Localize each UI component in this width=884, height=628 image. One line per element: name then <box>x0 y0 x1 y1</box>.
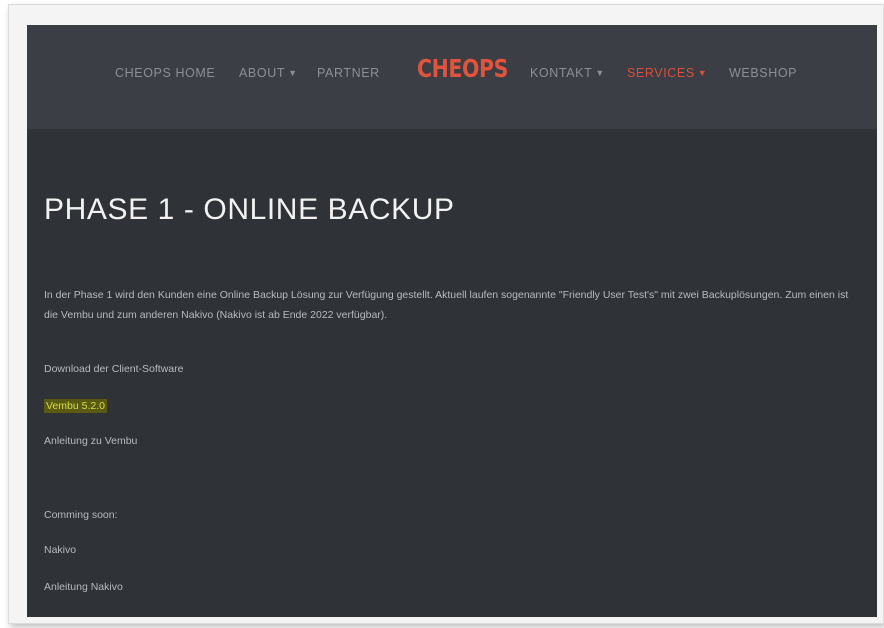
nav-item-partner[interactable]: PARTNER <box>317 64 380 82</box>
nav-item-services[interactable]: SERVICES ▼ <box>627 64 707 82</box>
chevron-down-icon: ▼ <box>288 68 298 78</box>
chevron-down-icon: ▼ <box>595 68 605 78</box>
nakivo-link[interactable]: Nakivo <box>44 542 76 558</box>
download-label: Download der Client-Software <box>44 363 184 375</box>
nav-item-label: ABOUT <box>239 66 286 80</box>
vembu-guide-link[interactable]: Anleitung zu Vembu <box>44 433 137 449</box>
coming-soon-label: Comming soon: <box>44 509 118 521</box>
nakivo-guide-link[interactable]: Anleitung Nakivo <box>44 579 123 595</box>
nav-item-label: PARTNER <box>317 66 380 80</box>
cheops-logo[interactable]: CHEOPS <box>417 52 508 86</box>
nav-item-label: SERVICES <box>627 66 695 80</box>
nav-item-label: KONTAKT <box>530 66 593 80</box>
nav-item-label: WEBSHOP <box>729 66 798 80</box>
vembu-download-link[interactable]: Vembu 5.2.0 <box>44 398 107 414</box>
nav-item-about[interactable]: ABOUT ▼ <box>239 64 298 82</box>
screenshot-frame: CHEOPS HOME ABOUT ▼ PARTNER CHEOPS KONTAK… <box>8 4 884 624</box>
nav-item-kontakt[interactable]: KONTAKT ▼ <box>530 64 605 82</box>
nav-item-webshop[interactable]: WEBSHOP <box>729 64 797 82</box>
website: CHEOPS HOME ABOUT ▼ PARTNER CHEOPS KONTAK… <box>27 25 877 617</box>
page-title: PHASE 1 - ONLINE BACKUP <box>44 193 455 226</box>
vembu-link-text[interactable]: Vembu 5.2.0 <box>44 399 107 413</box>
nav-item-label: CHEOPS HOME <box>115 66 216 80</box>
chevron-down-icon: ▼ <box>697 68 708 78</box>
intro-paragraph: In der Phase 1 wird den Kunden eine Onli… <box>44 289 849 321</box>
nav-item-cheops-home[interactable]: CHEOPS HOME <box>115 64 215 82</box>
main-navigation: CHEOPS HOME ABOUT ▼ PARTNER CHEOPS KONTAK… <box>27 25 877 129</box>
